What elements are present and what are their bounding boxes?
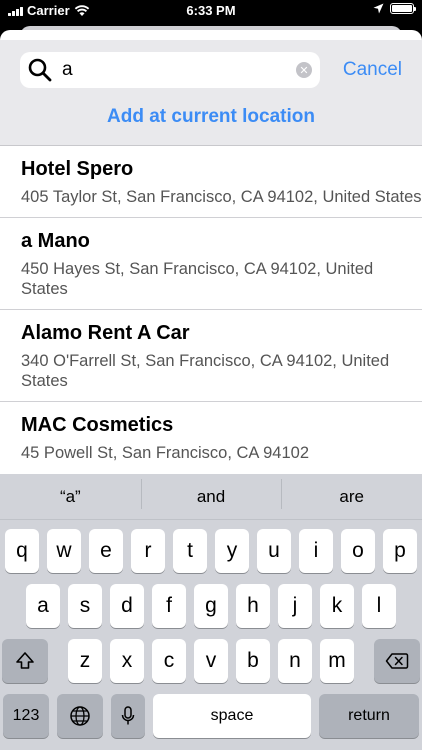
shift-icon xyxy=(16,652,34,669)
search-header: ✕ Cancel Add at current location xyxy=(0,40,422,146)
battery-level xyxy=(392,5,412,12)
result-address: 405 Taylor St, San Francisco, CA 94102, … xyxy=(21,188,422,206)
suggestion-0[interactable]: “a” xyxy=(0,487,141,507)
suggestion-2[interactable]: are xyxy=(281,478,422,509)
result-name: a Mano xyxy=(21,230,90,252)
key[interactable]: u xyxy=(257,529,291,573)
key[interactable]: w xyxy=(47,529,81,573)
results-list: Hotel Spero 405 Taylor St, San Francisco… xyxy=(0,146,422,473)
keyboard-row-2: a s d f g h j k l xyxy=(0,584,422,628)
key[interactable]: y xyxy=(215,529,249,573)
suggestion-1[interactable]: and xyxy=(140,478,282,509)
key[interactable]: q xyxy=(5,529,39,573)
result-name: MAC Cosmetics xyxy=(21,414,174,436)
key[interactable]: f xyxy=(152,584,186,628)
key[interactable]: j xyxy=(278,584,312,628)
microphone-key[interactable] xyxy=(111,694,145,738)
result-address: 450 Hayes St, San Francisco, CA 94102, U… xyxy=(21,260,374,298)
numbers-key[interactable]: 123 xyxy=(3,694,49,738)
space-key[interactable]: space xyxy=(153,694,311,738)
battery-icon xyxy=(390,3,416,14)
suggestion-bar: “a” and are xyxy=(0,474,422,520)
key[interactable]: r xyxy=(131,529,165,573)
key[interactable]: k xyxy=(320,584,354,628)
cancel-button[interactable]: Cancel xyxy=(343,59,402,81)
result-address: 45 Powell St, San Francisco, CA 94102 xyxy=(21,444,309,462)
key[interactable]: d xyxy=(110,584,144,628)
delete-key[interactable] xyxy=(374,639,420,683)
key[interactable]: n xyxy=(278,639,312,683)
list-item[interactable]: MAC Cosmetics 45 Powell St, San Francisc… xyxy=(0,402,422,473)
list-item[interactable]: Hotel Spero 405 Taylor St, San Francisco… xyxy=(0,146,422,218)
key[interactable]: i xyxy=(299,529,333,573)
backspace-icon xyxy=(385,653,409,669)
key[interactable]: z xyxy=(68,639,102,683)
keyboard-row-1: q w e r t y u i o p xyxy=(0,529,422,573)
shift-key[interactable] xyxy=(2,639,48,683)
return-key[interactable]: return xyxy=(319,694,419,738)
globe-key[interactable] xyxy=(57,694,103,738)
key[interactable]: p xyxy=(383,529,417,573)
keyboard-row-4: 123 space return xyxy=(0,694,422,738)
key[interactable]: x xyxy=(110,639,144,683)
key[interactable]: m xyxy=(320,639,354,683)
result-name: Hotel Spero xyxy=(21,158,134,180)
key[interactable]: l xyxy=(362,584,396,628)
search-input[interactable] xyxy=(62,59,272,81)
key[interactable]: b xyxy=(236,639,270,683)
keyboard: “a” and are q w e r t y u i o p a s d f … xyxy=(0,474,422,750)
globe-icon xyxy=(70,706,90,726)
add-current-location-button[interactable]: Add at current location xyxy=(0,106,422,128)
location-arrow-icon xyxy=(373,3,384,14)
key[interactable]: v xyxy=(194,639,228,683)
key[interactable]: t xyxy=(173,529,207,573)
status-right xyxy=(373,3,416,14)
result-name: Alamo Rent A Car xyxy=(21,322,190,344)
status-bar: Carrier 6:33 PM xyxy=(0,0,422,22)
key[interactable]: a xyxy=(26,584,60,628)
list-item[interactable]: a Mano 450 Hayes St, San Francisco, CA 9… xyxy=(0,218,422,310)
search-icon xyxy=(28,58,52,82)
keyboard-row-3: z x c v b n m xyxy=(0,639,422,683)
clear-icon[interactable]: ✕ xyxy=(296,62,312,78)
key[interactable]: g xyxy=(194,584,228,628)
status-time: 6:33 PM xyxy=(186,3,236,18)
key[interactable]: e xyxy=(89,529,123,573)
key[interactable]: h xyxy=(236,584,270,628)
key[interactable]: o xyxy=(341,529,375,573)
key[interactable]: c xyxy=(152,639,186,683)
list-item[interactable]: Alamo Rent A Car 340 O'Farrell St, San F… xyxy=(0,310,422,402)
key[interactable]: s xyxy=(68,584,102,628)
microphone-icon xyxy=(121,706,135,725)
result-address: 340 O'Farrell St, San Francisco, CA 9410… xyxy=(21,352,390,390)
search-box[interactable]: ✕ xyxy=(20,52,320,88)
